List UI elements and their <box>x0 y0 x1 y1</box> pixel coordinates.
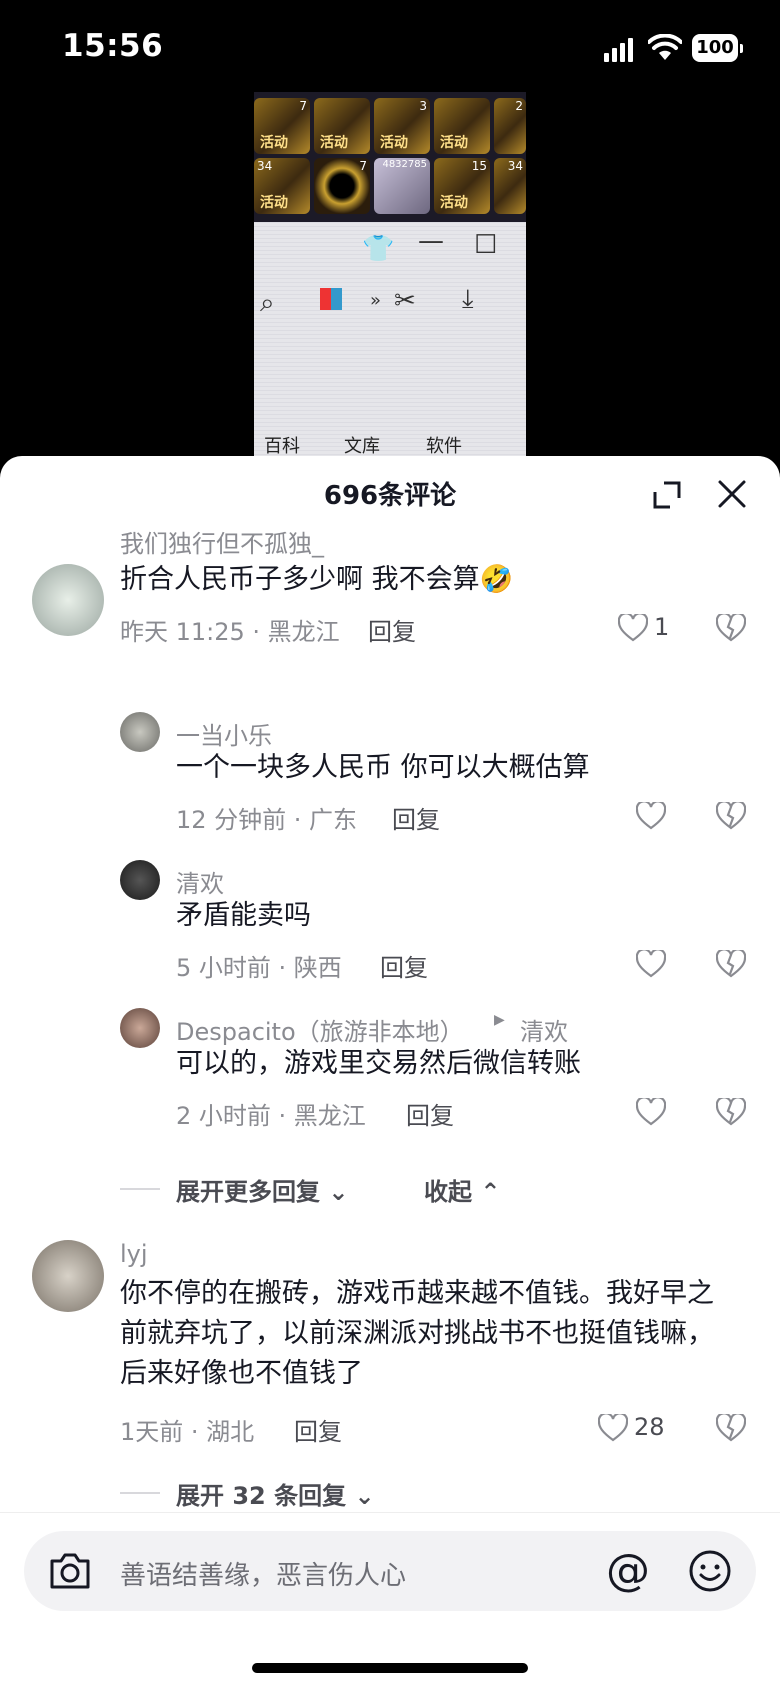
comment-input-bar: 善语结善缘，恶言伤人心 @ <box>0 1512 780 1689</box>
like-count: 1 <box>654 613 670 641</box>
shirt-icon: 👕 <box>362 234 395 264</box>
comment-sheet: 696条评论 我们独行但不孤独_ 折合人民币子多少啊 我不会算🤣 昨天 11:2… <box>0 456 780 1688</box>
emoji-icon[interactable] <box>688 1549 732 1593</box>
dislike-icon[interactable] <box>716 1098 746 1126</box>
reply-button[interactable]: 回复 <box>406 1096 454 1131</box>
comment-text: 矛盾能卖吗 <box>176 900 311 931</box>
reply-button[interactable]: 回复 <box>392 800 440 835</box>
inventory-slot: 3 活动 <box>374 98 430 154</box>
inventory-slot: 2 <box>494 98 526 154</box>
avatar[interactable] <box>120 712 160 752</box>
tab-label: 文库 <box>344 436 380 457</box>
reply-button[interactable]: 回复 <box>368 612 416 647</box>
video-preview[interactable]: 7 活动 活动 3 活动 活动 2 34 活动 7 4832785 15 活动 34 👕… <box>254 92 526 458</box>
wifi-icon <box>648 34 682 60</box>
comment-input[interactable]: 善语结善缘，恶言伤人心 @ <box>24 1531 756 1611</box>
like-icon[interactable] <box>636 950 666 978</box>
inventory-slot: 15 活动 <box>434 158 490 214</box>
inventory-slot: 7 活动 <box>254 98 310 154</box>
comment-username[interactable]: 我们独行但不孤独_ <box>120 524 324 559</box>
dislike-icon[interactable] <box>716 950 746 978</box>
game-inventory: 7 活动 活动 3 活动 活动 2 34 活动 7 4832785 15 活动 34 <box>254 92 526 222</box>
mention-icon[interactable]: @ <box>606 1541 650 1601</box>
download-icon: ⤓ <box>462 284 474 314</box>
comment-text: 折合人民币子多少啊 我不会算🤣 <box>120 564 514 595</box>
search-icon: ⌕ <box>260 288 275 318</box>
divider <box>120 1188 160 1190</box>
minimize-icon: — <box>418 226 444 256</box>
like-icon[interactable] <box>636 1098 666 1126</box>
like-icon[interactable] <box>618 614 648 642</box>
home-indicator <box>252 1663 528 1673</box>
avatar[interactable] <box>120 860 160 900</box>
inventory-slot: 活动 <box>434 98 490 154</box>
inventory-slot: 4832785 <box>374 158 430 214</box>
inventory-slot: 活动 <box>314 98 370 154</box>
dislike-icon[interactable] <box>716 614 746 642</box>
comment-meta: 2 小时前 · 黑龙江 <box>176 1102 366 1130</box>
reply-to-username[interactable]: 清欢 <box>520 1012 568 1047</box>
scissors-icon: ✂ <box>394 286 416 316</box>
expand-more-replies-button[interactable]: 展开更多回复 ⌄ <box>176 1172 348 1207</box>
expand-icon[interactable] <box>652 480 682 510</box>
tab-label: 软件 <box>426 436 462 457</box>
inventory-slot: 34 <box>494 158 526 214</box>
desktop-screen: 👕 — ☐ ⌕ » ✂ ⤓ 百科 文库 软件 <box>254 222 526 458</box>
inventory-slot: 7 <box>314 158 370 214</box>
avatar[interactable] <box>32 564 104 636</box>
dislike-icon[interactable] <box>716 802 746 830</box>
input-placeholder: 善语结善缘，恶言伤人心 <box>120 1561 407 1591</box>
comment-text: 一个一块多人民币 你可以大概估算 <box>176 752 590 783</box>
avatar[interactable] <box>120 1008 160 1048</box>
dislike-icon[interactable] <box>716 1414 746 1442</box>
comment-meta: 12 分钟前 · 广东 <box>176 806 358 834</box>
comment-username[interactable]: 清欢 <box>176 864 224 899</box>
comment-text: 可以的，游戏里交易然后微信转账 <box>176 1048 581 1079</box>
avatar[interactable] <box>32 1240 104 1312</box>
like-icon[interactable] <box>598 1414 628 1442</box>
status-bar: 15:56 100 <box>0 0 780 100</box>
comment-text: 你不停的在搬砖，游戏币越来越不值钱。我好早之前就弃坑了，以前深渊派对挑战书不也挺… <box>120 1278 714 1389</box>
like-count: 28 <box>634 1413 665 1441</box>
status-time: 15:56 <box>62 28 164 64</box>
comment-username[interactable]: 一当小乐 <box>176 716 272 751</box>
inventory-slot: 34 活动 <box>254 158 310 214</box>
like-icon[interactable] <box>636 802 666 830</box>
more-icon: » <box>370 290 382 311</box>
tab-label: 百科 <box>264 436 300 457</box>
apps-icon <box>320 288 342 310</box>
signal-icon <box>604 38 634 62</box>
close-icon[interactable] <box>716 478 748 510</box>
maximize-icon: ☐ <box>474 230 498 260</box>
expand-replies-button[interactable]: 展开 32 条回复 ⌄ <box>176 1476 375 1511</box>
battery-icon: 100 <box>692 34 743 62</box>
comment-meta: 1天前 · 湖北 <box>120 1418 255 1446</box>
collapse-replies-button[interactable]: 收起 ⌃ <box>424 1172 500 1207</box>
camera-icon[interactable] <box>48 1551 92 1591</box>
comment-username[interactable]: Despacito（旅游非本地） <box>176 1012 464 1047</box>
reply-arrow-icon: ▶ <box>494 1012 505 1028</box>
reply-button[interactable]: 回复 <box>294 1412 342 1447</box>
reply-button[interactable]: 回复 <box>380 948 428 983</box>
comment-meta: 昨天 11:25 · 黑龙江 <box>120 618 340 646</box>
comment-username[interactable]: lyj <box>120 1240 148 1268</box>
divider <box>120 1492 160 1494</box>
comment-meta: 5 小时前 · 陕西 <box>176 954 342 982</box>
